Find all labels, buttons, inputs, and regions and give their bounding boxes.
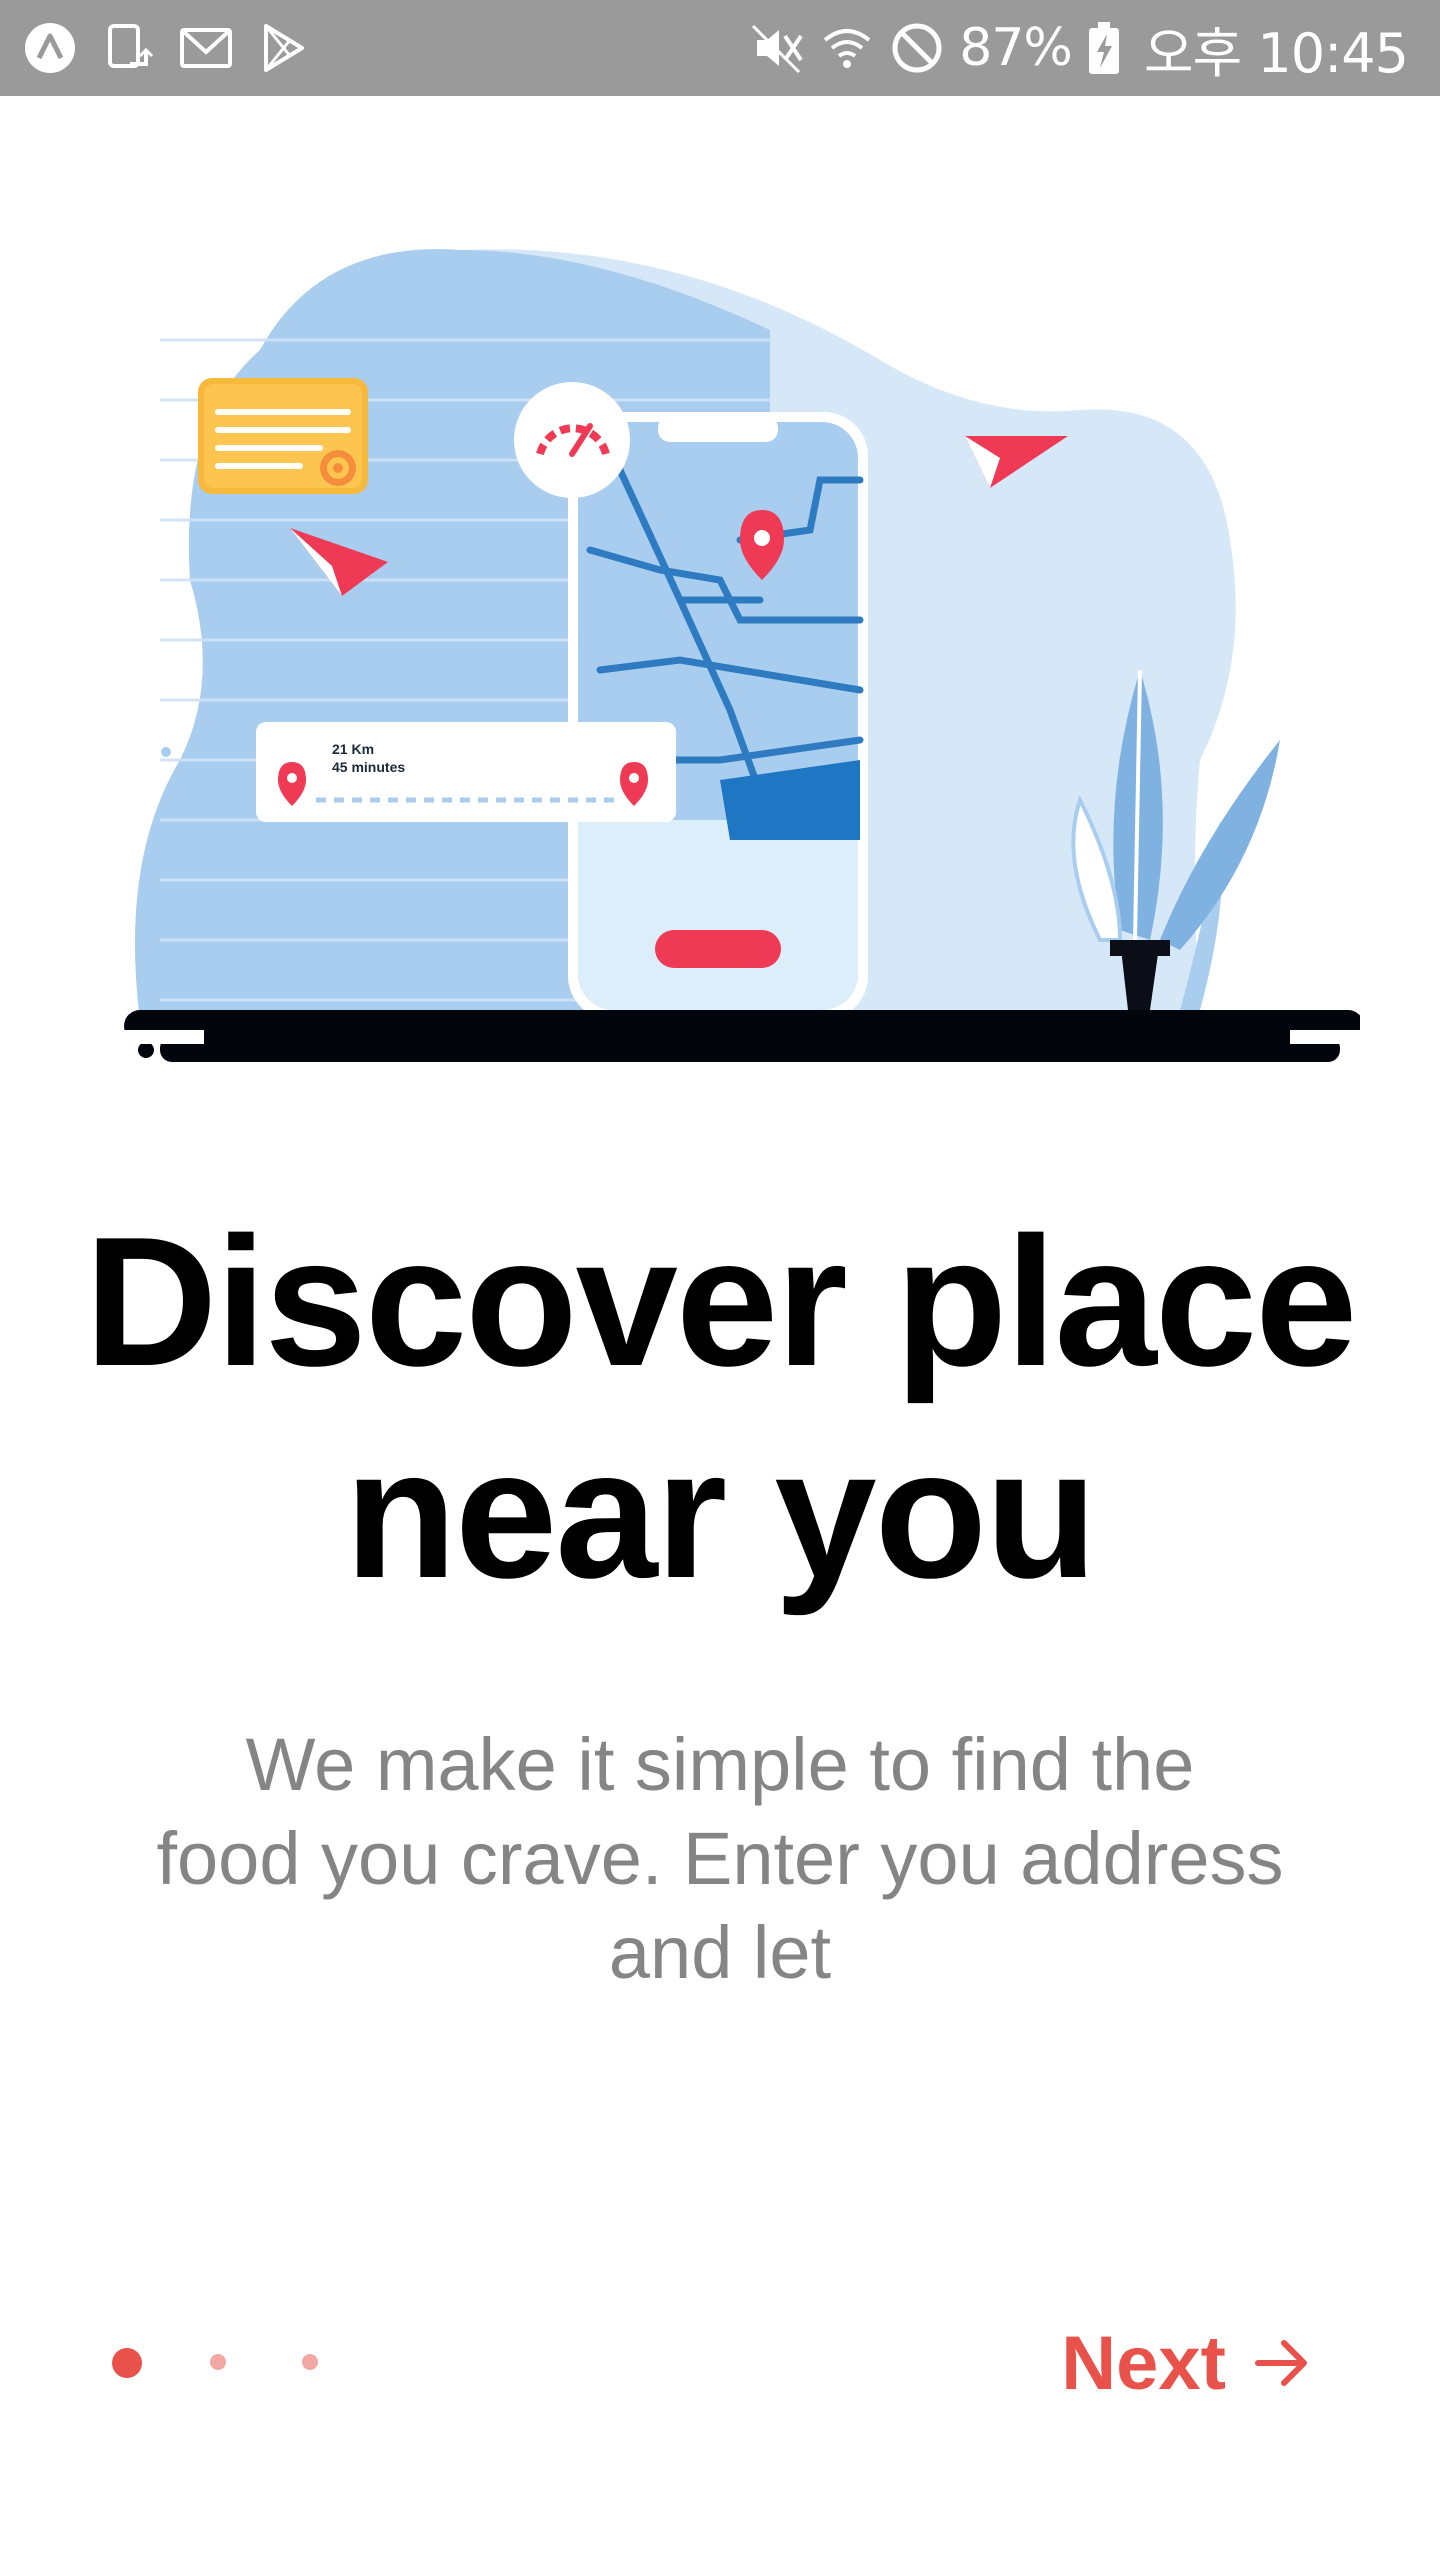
arrow-right-icon (1252, 2333, 1312, 2393)
app-a-icon (22, 20, 78, 76)
screen-rotate-icon (100, 20, 156, 76)
do-not-disturb-icon (889, 20, 945, 76)
status-bar: 87% 오후 10:45 (0, 0, 1440, 96)
yellow-card (198, 378, 368, 494)
subtitle-line-3: and let (608, 1911, 832, 1994)
mute-icon (749, 20, 805, 76)
time-label: 45 minutes (332, 759, 405, 775)
play-store-icon (256, 20, 312, 76)
phone (568, 412, 868, 1020)
next-label: Next (1061, 2320, 1226, 2406)
gmail-icon (178, 20, 234, 76)
page-dot[interactable] (302, 2354, 318, 2370)
subtitle-line-1: We make it simple to find the (245, 1723, 1195, 1806)
title-line-2: near you (344, 1410, 1098, 1616)
page-title: Discover place near you (60, 1195, 1380, 1619)
battery-charging-icon (1086, 20, 1122, 76)
next-button[interactable]: Next (1061, 2318, 1312, 2408)
speedometer-badge (514, 382, 630, 498)
distance-label: 21 Km (332, 741, 374, 757)
page-indicator (96, 2336, 356, 2386)
page-dot[interactable] (210, 2354, 226, 2370)
title-line-1: Discover place (84, 1198, 1358, 1404)
status-right-icons: 87% 오후 10:45 (749, 14, 1409, 85)
onboarding-illustration: 21 Km 45 minutes (120, 240, 1360, 1100)
distance-card: 21 Km 45 minutes (256, 722, 676, 822)
wifi-icon (819, 20, 875, 76)
shelf (124, 1010, 1360, 1062)
page-subtitle: We make it simple to find the food you c… (100, 1718, 1340, 2000)
subtitle-line-2: food you crave. Enter you address (156, 1817, 1284, 1900)
clock: 오후 10:45 (1143, 21, 1409, 85)
page-dot-active[interactable] (112, 2348, 142, 2378)
battery-percent: 87% (959, 18, 1073, 78)
status-left-icons (22, 18, 312, 78)
